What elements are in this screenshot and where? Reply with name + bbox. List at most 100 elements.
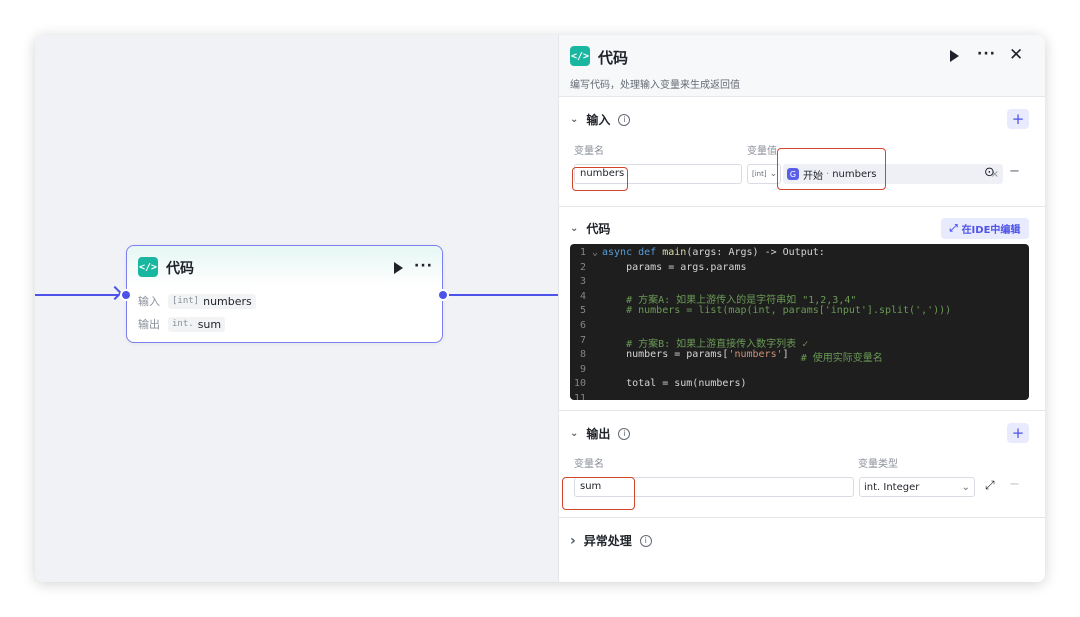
code-token: total = sum(numbers) xyxy=(602,378,747,390)
code-token: numbers = params[ xyxy=(602,349,729,361)
fold-marker xyxy=(592,320,602,334)
input-col-name-label: 变量名 xyxy=(574,146,604,157)
chevron-down-icon: ⌄ xyxy=(961,481,970,493)
code-token: 'numbers' xyxy=(728,349,783,361)
panel-more-icon[interactable]: ··· xyxy=(977,46,996,62)
run-play-icon[interactable] xyxy=(950,50,959,62)
code-token: async def xyxy=(602,247,663,258)
output-section-title: 输出 xyxy=(586,427,611,441)
line-number: 4 xyxy=(579,290,586,302)
name-highlight xyxy=(572,167,628,191)
line-number: 1 xyxy=(579,247,586,258)
code-line: 1 ⌄ async def main (args: Args) -> Output: xyxy=(570,247,825,261)
code-node[interactable]: </> 代码 ··· 输入 [int] numbers 输出 int. sum xyxy=(126,245,443,343)
fold-marker xyxy=(592,305,602,319)
code-icon: </> xyxy=(138,257,158,277)
incoming-edge xyxy=(35,294,119,296)
node-more-icon[interactable]: ··· xyxy=(414,258,433,274)
line-number: 11 xyxy=(573,393,586,400)
code-token: # 方案A: 如果上游传入的是字符串如 "1,2,3,4" xyxy=(602,294,857,306)
expand-icon[interactable]: ⤢ xyxy=(985,478,995,493)
array-int-icon: [int] xyxy=(172,296,200,306)
remove-output-icon[interactable]: − xyxy=(1009,477,1020,492)
workflow-window: </> 代码 ··· 输入 [int] numbers 输出 int. sum xyxy=(35,35,1045,582)
code-line: 9 xyxy=(570,364,602,378)
line-number: 3 xyxy=(579,276,586,288)
output-type-select[interactable]: int. Integer ⌄ xyxy=(859,477,975,497)
outgoing-edge xyxy=(449,294,558,296)
code-line: 2 params = args.params xyxy=(570,262,747,276)
node-input-var: numbers xyxy=(203,294,252,308)
fold-marker xyxy=(592,291,602,305)
error-section-toggle[interactable]: › 异常处理 i xyxy=(570,532,652,549)
edit-in-ide-label: 在IDE中编辑 xyxy=(961,225,1021,236)
fold-marker xyxy=(592,349,602,363)
code-token: (args: Args) -> Output: xyxy=(686,247,825,258)
array-int-icon: [int] xyxy=(752,170,767,178)
expand-icon: ⤢ xyxy=(949,223,958,234)
code-token: main xyxy=(662,247,687,258)
code-section-title: 代码 xyxy=(586,222,611,236)
code-editor[interactable]: 1 ⌄ async def main (args: Args) -> Output: 2… xyxy=(570,244,1029,400)
code-config-panel: </> 代码 ··· ✕ 编写代码，处理输入变量来生成返回值 ⌄ 输入 i + … xyxy=(558,35,1045,582)
chevron-down-icon: ⌄ xyxy=(570,223,579,234)
code-line: 5 # numbers = list(map(int, params['inpu… xyxy=(570,305,951,319)
workflow-canvas[interactable]: </> 代码 ··· 输入 [int] numbers 输出 int. sum xyxy=(35,35,558,582)
node-output-label: 输出 xyxy=(138,318,160,331)
output-col-type-label: 变量类型 xyxy=(858,459,898,470)
line-number: 6 xyxy=(579,320,586,331)
output-col-name-label: 变量名 xyxy=(574,459,604,470)
fold-marker xyxy=(592,276,602,290)
section-divider xyxy=(559,206,1045,207)
input-col-value-label: 变量值 xyxy=(747,146,777,157)
panel-title: 代码 xyxy=(598,49,629,67)
code-line: 11 xyxy=(570,393,602,400)
code-line: 8 numbers = params['numbers'] # 使用实际变量名 xyxy=(570,349,883,365)
output-section-toggle[interactable]: ⌄ 输出 i xyxy=(570,425,631,442)
add-output-button[interactable]: + xyxy=(1007,423,1029,443)
code-token: # numbers = list(map(int, params['input'… xyxy=(602,305,952,317)
node-input-port[interactable] xyxy=(120,289,132,301)
info-icon[interactable]: i xyxy=(618,113,631,126)
node-output-var: sum xyxy=(197,317,222,331)
code-line: 10 total = sum(numbers) xyxy=(570,378,747,392)
output-type-value: int. Integer xyxy=(864,481,920,493)
value-highlight xyxy=(777,148,886,190)
panel-description: 编写代码，处理输入变量来生成返回值 xyxy=(570,80,740,91)
info-icon[interactable]: i xyxy=(639,534,652,547)
line-number: 8 xyxy=(579,349,586,361)
node-output-row: 输出 int. sum xyxy=(138,316,226,332)
code-line: 6 xyxy=(570,320,602,334)
line-number: 5 xyxy=(579,305,586,317)
node-input-label: 输入 xyxy=(138,295,160,308)
fold-marker xyxy=(592,393,602,400)
run-node-play-icon[interactable] xyxy=(394,262,403,274)
close-icon[interactable]: ✕ xyxy=(1009,45,1023,65)
code-line: 3 xyxy=(570,276,602,290)
info-icon[interactable]: i xyxy=(618,427,631,440)
code-token: params = args.params xyxy=(602,261,747,273)
code-icon: </> xyxy=(570,46,590,66)
remove-input-icon[interactable]: − xyxy=(1009,164,1020,179)
code-node-header: </> 代码 ··· xyxy=(127,246,442,286)
edit-in-ide-button[interactable]: ⤢ 在IDE中编辑 xyxy=(941,218,1029,239)
node-output-port[interactable] xyxy=(437,289,449,301)
code-line: 4 # 方案A: 如果上游传入的是字符串如 "1,2,3,4" xyxy=(570,290,857,306)
input-section-toggle[interactable]: ⌄ 输入 i xyxy=(570,111,631,128)
code-line: 7 # 方案B: 如果上游直接传入数字列表 ✓ xyxy=(570,334,809,350)
variable-picker-icon[interactable]: ⊙ xyxy=(984,165,995,180)
fold-marker[interactable]: ⌄ xyxy=(592,247,602,261)
code-token: ] xyxy=(782,349,801,361)
fold-marker xyxy=(592,262,602,276)
chevron-down-icon: ⌄ xyxy=(570,428,579,439)
int-type-icon: int. xyxy=(172,319,194,329)
output-name-highlight xyxy=(562,477,635,510)
fold-marker xyxy=(592,378,602,392)
error-section-title: 异常处理 xyxy=(583,534,632,548)
add-input-button[interactable]: + xyxy=(1007,109,1029,129)
code-token: # 使用实际变量名 xyxy=(800,353,883,365)
code-token: # 方案B: 如果上游直接传入数字列表 ✓ xyxy=(602,338,809,350)
input-type-select[interactable]: [int] ⌄ xyxy=(747,164,781,184)
line-number: 7 xyxy=(579,334,586,346)
code-section-toggle[interactable]: ⌄ 代码 xyxy=(570,220,610,237)
